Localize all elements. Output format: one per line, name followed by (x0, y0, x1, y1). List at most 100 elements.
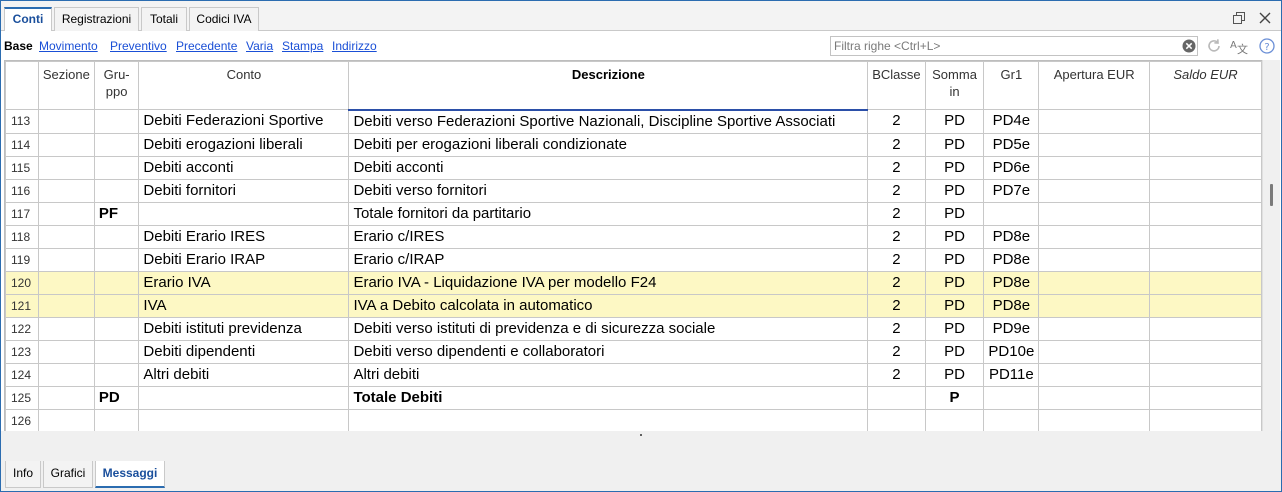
gruppo-cell[interactable] (93, 270, 140, 295)
descrizione-cell[interactable]: Totale fornitori da partitario (348, 201, 869, 226)
gruppo-cell[interactable] (93, 155, 140, 180)
bclasse-cell[interactable] (867, 408, 926, 431)
row-number-cell[interactable]: 118 (5, 224, 39, 249)
sezione-cell[interactable] (37, 201, 95, 226)
bclasse-cell[interactable]: 2 (867, 362, 926, 387)
somma-in-cell[interactable]: P (924, 385, 985, 410)
tab-grafici[interactable]: Grafici (43, 461, 93, 488)
descrizione-cell[interactable]: Debiti verso dipendenti e collaboratori (348, 339, 869, 364)
conto-cell[interactable]: Debiti erogazioni liberali (138, 132, 350, 157)
apertura-cell[interactable] (1038, 339, 1150, 364)
conto-cell[interactable]: Debiti dipendenti (138, 339, 350, 364)
somma-in-cell[interactable]: PD (924, 339, 985, 364)
descrizione-cell[interactable]: Debiti verso Federazioni Sportive Nazion… (348, 109, 869, 134)
saldo-cell[interactable] (1149, 132, 1262, 157)
saldo-cell[interactable] (1149, 201, 1262, 226)
descrizione-cell[interactable]: Debiti acconti (348, 155, 869, 180)
apertura-cell[interactable] (1038, 132, 1150, 157)
column-header-bclasse[interactable]: BClasse (867, 61, 926, 110)
bclasse-cell[interactable]: 2 (867, 339, 926, 364)
table-row[interactable]: 122 Debiti istituti previdenza Debiti vers… (5, 316, 1262, 341)
apertura-cell[interactable] (1038, 270, 1150, 295)
saldo-cell[interactable] (1149, 247, 1262, 272)
sezione-cell[interactable] (37, 362, 95, 387)
somma-in-cell[interactable]: PD (924, 201, 985, 226)
close-icon[interactable] (1258, 11, 1272, 25)
table-row[interactable]: 123 Debiti dipendenti Debiti verso dipende… (5, 339, 1262, 364)
descrizione-cell[interactable]: Debiti verso fornitori (348, 178, 869, 203)
row-number-cell[interactable]: 121 (5, 293, 39, 318)
table-row[interactable]: 115 Debiti acconti Debiti acconti 2 PD PD6e (5, 155, 1262, 180)
somma-in-cell[interactable]: PD (924, 132, 985, 157)
apertura-cell[interactable] (1038, 385, 1150, 410)
translate-icon[interactable]: A 文 (1230, 37, 1250, 55)
gruppo-cell[interactable] (93, 316, 140, 341)
conto-cell[interactable]: Debiti Erario IRES (138, 224, 350, 249)
bclasse-cell[interactable]: 2 (867, 247, 926, 272)
table-row[interactable]: 124 Altri debiti Altri debiti 2 PD PD11e (5, 362, 1262, 387)
apertura-cell[interactable] (1038, 247, 1150, 272)
table-row[interactable]: 125 PD Totale Debiti P (5, 385, 1262, 410)
gruppo-cell[interactable] (93, 293, 140, 318)
scrollbar-thumb[interactable] (1270, 184, 1273, 206)
view-link-varia[interactable]: Varia (246, 39, 273, 53)
row-number-cell[interactable]: 119 (5, 247, 39, 272)
help-icon[interactable]: ? (1258, 37, 1276, 55)
gruppo-cell[interactable] (93, 339, 140, 364)
gr1-cell[interactable]: PD7e (983, 178, 1040, 203)
refresh-icon[interactable] (1205, 37, 1223, 55)
sezione-cell[interactable] (37, 247, 95, 272)
gr1-cell[interactable]: PD8e (983, 270, 1040, 295)
saldo-cell[interactable] (1149, 293, 1262, 318)
apertura-cell[interactable] (1038, 178, 1150, 203)
tab-totali[interactable]: Totali (141, 7, 187, 32)
descrizione-cell[interactable]: IVA a Debito calcolata in automatico (348, 293, 869, 318)
somma-in-cell[interactable]: PD (924, 178, 985, 203)
row-number-cell[interactable]: 116 (5, 178, 39, 203)
table-row[interactable]: 113 Debiti Federazioni Sportive Debiti ver… (5, 109, 1262, 134)
gruppo-cell[interactable] (93, 362, 140, 387)
bclasse-cell[interactable]: 2 (867, 109, 926, 134)
row-number-cell[interactable]: 123 (5, 339, 39, 364)
somma-in-cell[interactable] (924, 408, 985, 431)
conto-cell[interactable] (138, 201, 350, 226)
saldo-cell[interactable] (1149, 155, 1262, 180)
sezione-cell[interactable] (37, 293, 95, 318)
apertura-cell[interactable] (1038, 155, 1150, 180)
sezione-cell[interactable] (37, 270, 95, 295)
table-row[interactable]: 117 PF Totale fornitori da partitario 2 PD (5, 201, 1262, 226)
saldo-cell[interactable] (1149, 408, 1262, 431)
saldo-cell[interactable] (1149, 385, 1262, 410)
gruppo-cell[interactable] (93, 178, 140, 203)
gr1-cell[interactable]: PD8e (983, 247, 1040, 272)
sezione-cell[interactable] (37, 385, 95, 410)
table-row[interactable]: 116 Debiti fornitori Debiti verso fornitor… (5, 178, 1262, 203)
row-number-cell[interactable]: 115 (5, 155, 39, 180)
conto-cell[interactable]: Debiti acconti (138, 155, 350, 180)
saldo-cell[interactable] (1149, 316, 1262, 341)
table-row[interactable]: 119 Debiti Erario IRAP Erario c/IRAP 2 PD PD8… (5, 247, 1262, 272)
column-header-sezione[interactable]: Sezione (37, 61, 95, 110)
gruppo-cell[interactable] (93, 247, 140, 272)
gruppo-cell[interactable] (93, 109, 140, 134)
gruppo-cell[interactable] (93, 132, 140, 157)
gr1-cell[interactable]: PD9e (983, 316, 1040, 341)
view-link-base[interactable]: Base (4, 39, 33, 53)
table-row[interactable]: 120 Erario IVA Erario IVA - Liquidazione I… (5, 270, 1262, 295)
gr1-cell[interactable]: PD8e (983, 224, 1040, 249)
descrizione-cell[interactable]: Debiti verso istituti di previdenza e di… (348, 316, 869, 341)
saldo-cell[interactable] (1149, 270, 1262, 295)
gr1-cell[interactable]: PD4e (983, 109, 1040, 134)
gr1-cell[interactable] (983, 385, 1040, 410)
bclasse-cell[interactable]: 2 (867, 201, 926, 226)
bclasse-cell[interactable]: 2 (867, 132, 926, 157)
tab-info[interactable]: Info (5, 461, 41, 488)
clear-filter-icon[interactable] (1180, 37, 1198, 55)
row-number-cell[interactable]: 120 (5, 270, 39, 295)
somma-in-cell[interactable]: PD (924, 155, 985, 180)
gr1-cell[interactable]: PD5e (983, 132, 1040, 157)
row-number-cell[interactable]: 125 (5, 385, 39, 410)
gr1-cell[interactable] (983, 408, 1040, 431)
apertura-cell[interactable] (1038, 201, 1150, 226)
apertura-cell[interactable] (1038, 109, 1150, 134)
